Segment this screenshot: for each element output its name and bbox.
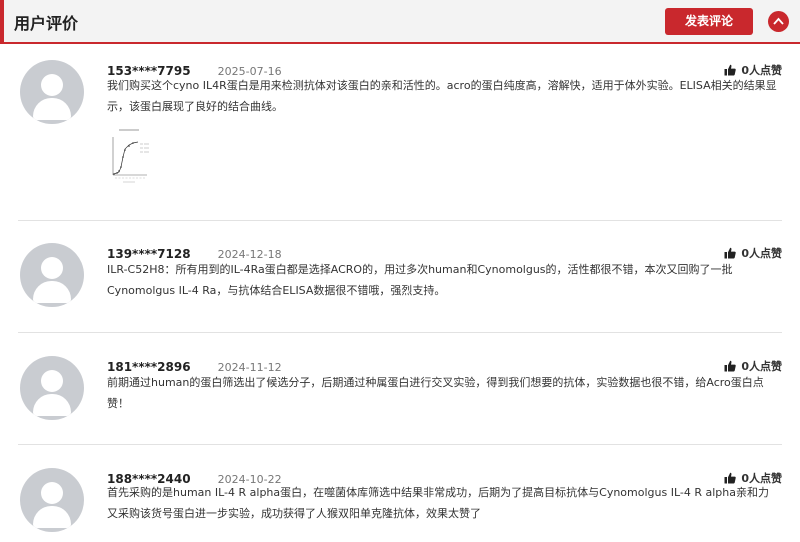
review-item: 153****7795 2025-07-16 0人点赞 我们购买这个cyno I… bbox=[18, 60, 782, 221]
review-item: 139****7128 2024-12-18 0人点赞 ILR-C52H8：所有… bbox=[18, 243, 782, 333]
review-text: 前期通过human的蛋白筛选出了候选分子，后期通过种属蛋白进行交叉实验，得到我们… bbox=[107, 376, 764, 410]
review-text: 首先采购的是human IL-4 R alpha蛋白，在噬菌体库筛选中结果非常成… bbox=[107, 486, 769, 520]
avatar bbox=[20, 468, 84, 532]
review-item: 181****2896 2024-11-12 0人点赞 前期通过human的蛋白… bbox=[18, 356, 782, 445]
review-item: 188****2440 2024-10-22 0人点赞 首先采购的是human … bbox=[18, 468, 782, 542]
review-image-thumbnail[interactable] bbox=[107, 125, 153, 185]
collapse-button[interactable] bbox=[768, 11, 789, 32]
thumbs-up-icon bbox=[724, 360, 737, 372]
page-title: 用户评价 bbox=[14, 14, 79, 33]
chart-thumbnail-image bbox=[107, 125, 153, 185]
review-text: ILR-C52H8：所有用到的IL-4Ra蛋白都是选择ACRO的，用过多次hum… bbox=[107, 263, 733, 297]
reviews-header: 用户评价 发表评论 bbox=[0, 0, 800, 44]
thumbs-up-icon bbox=[724, 247, 737, 259]
avatar bbox=[20, 356, 84, 420]
chevron-up-icon bbox=[773, 17, 784, 25]
avatar bbox=[20, 60, 84, 124]
post-review-button[interactable]: 发表评论 bbox=[665, 8, 753, 35]
review-text: 我们购买这个cyno IL4R蛋白是用来检测抗体对该蛋白的亲和活性的。acro的… bbox=[107, 79, 777, 113]
avatar bbox=[20, 243, 84, 307]
